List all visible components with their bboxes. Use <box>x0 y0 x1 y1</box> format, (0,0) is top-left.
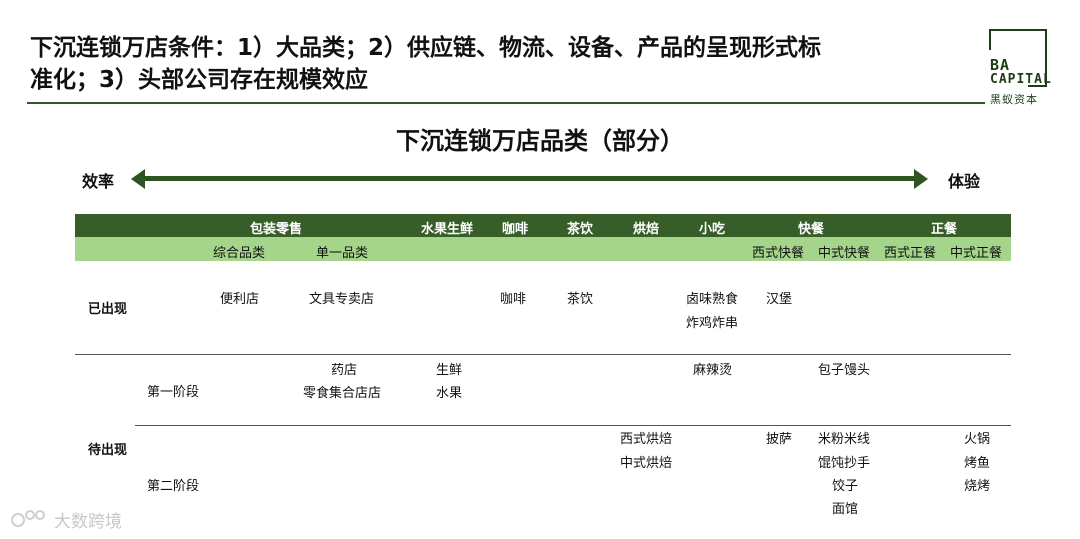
stage-divider <box>135 425 1011 426</box>
subcategory-general: 综合品类 <box>213 246 266 261</box>
cell-grilled-fish: 烤鱼 <box>964 456 991 471</box>
category-snack: 小吃 <box>699 222 726 237</box>
cell-hotpot: 火锅 <box>964 432 991 447</box>
row-label-existing: 已出现 <box>88 302 128 317</box>
stage-label-2: 第二阶段 <box>147 479 200 494</box>
subcategory-western-full: 西式正餐 <box>884 246 937 261</box>
watermark-text: 大数跨境 <box>54 512 122 532</box>
subcategory-chinese-full: 中式正餐 <box>950 246 1003 261</box>
cell-fruit: 水果 <box>436 386 463 401</box>
category-fruit-fresh: 水果生鲜 <box>421 222 474 237</box>
category-packaged-retail: 包装零售 <box>250 222 303 237</box>
cell-chinese-bakery: 中式烘焙 <box>620 456 673 471</box>
logo-text-capital: CAPITAL <box>990 72 1052 87</box>
cell-braised-food: 卤味熟食 <box>686 292 739 307</box>
cell-bbq: 烧烤 <box>964 479 991 494</box>
subcategory-single: 单一品类 <box>316 246 369 261</box>
cell-burger: 汉堡 <box>766 292 793 307</box>
cell-fresh-produce: 生鲜 <box>436 363 463 378</box>
row-divider <box>75 354 1011 355</box>
row-label-pending: 待出现 <box>88 443 128 458</box>
cell-fried-chicken: 炸鸡炸串 <box>686 316 739 331</box>
page-title: 下沉连锁万店条件：1）大品类；2）供应链、物流、设备、产品的呈现形式标 准化；3… <box>30 32 970 96</box>
page-title-line2: 准化；3）头部公司存在规模效应 <box>30 67 369 93</box>
subcategory-chinese-fast: 中式快餐 <box>818 246 871 261</box>
category-header-band <box>75 214 1011 237</box>
stage-label-1: 第一阶段 <box>147 385 200 400</box>
cell-coffee: 咖啡 <box>500 292 527 307</box>
double-arrow-icon <box>140 176 920 181</box>
cell-pizza: 披萨 <box>766 432 793 447</box>
category-bakery: 烘焙 <box>633 222 660 237</box>
header-divider <box>27 102 985 104</box>
chart-title: 下沉连锁万店品类（部分） <box>396 127 684 155</box>
arrow-right-icon <box>914 169 928 189</box>
category-tea: 茶饮 <box>567 222 594 237</box>
category-fast-food: 快餐 <box>798 222 825 237</box>
cell-dumplings: 饺子 <box>832 479 859 494</box>
axis-left-label: 效率 <box>82 172 115 191</box>
cell-noodle-shop: 面馆 <box>832 502 859 517</box>
cell-malatang: 麻辣烫 <box>693 363 733 378</box>
cell-rice-noodles: 米粉米线 <box>818 432 871 447</box>
watermark-logo-icon <box>10 508 45 528</box>
logo: BA CAPITAL <box>988 28 1051 88</box>
cell-western-bakery: 西式烘焙 <box>620 432 673 447</box>
axis-right-label: 体验 <box>948 172 981 191</box>
cell-snack-store: 零食集合店店 <box>303 386 382 401</box>
cell-pharmacy: 药店 <box>331 363 358 378</box>
cell-wonton: 馄饨抄手 <box>818 456 871 471</box>
cell-tea: 茶饮 <box>567 292 594 307</box>
category-coffee: 咖啡 <box>502 222 529 237</box>
category-full-meal: 正餐 <box>931 222 958 237</box>
cell-stationery-store: 文具专卖店 <box>309 292 375 307</box>
logo-text-cn: 黑蚁资本 <box>990 93 1038 106</box>
subcategory-western-fast: 西式快餐 <box>752 246 805 261</box>
page-title-line1: 下沉连锁万店条件：1）大品类；2）供应链、物流、设备、产品的呈现形式标 <box>30 35 822 61</box>
cell-steamed-buns: 包子馒头 <box>818 363 871 378</box>
cell-convenience-store: 便利店 <box>220 292 260 307</box>
arrow-left-icon <box>131 169 145 189</box>
